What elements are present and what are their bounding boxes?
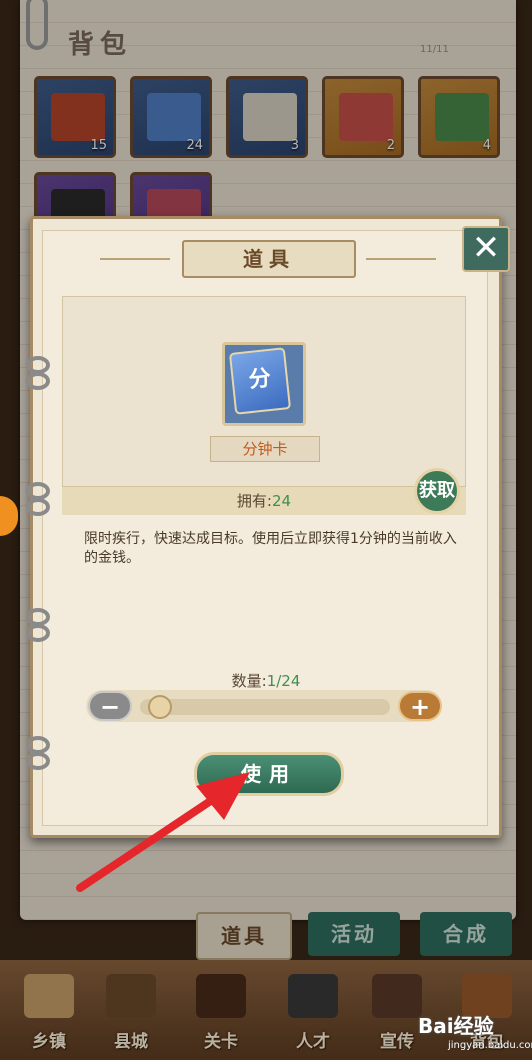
red-arrow-icon xyxy=(76,772,250,892)
watermark-logo: Bai经验 xyxy=(418,1014,494,1038)
watermark-url: jingyan.baidu.com xyxy=(448,1040,532,1051)
